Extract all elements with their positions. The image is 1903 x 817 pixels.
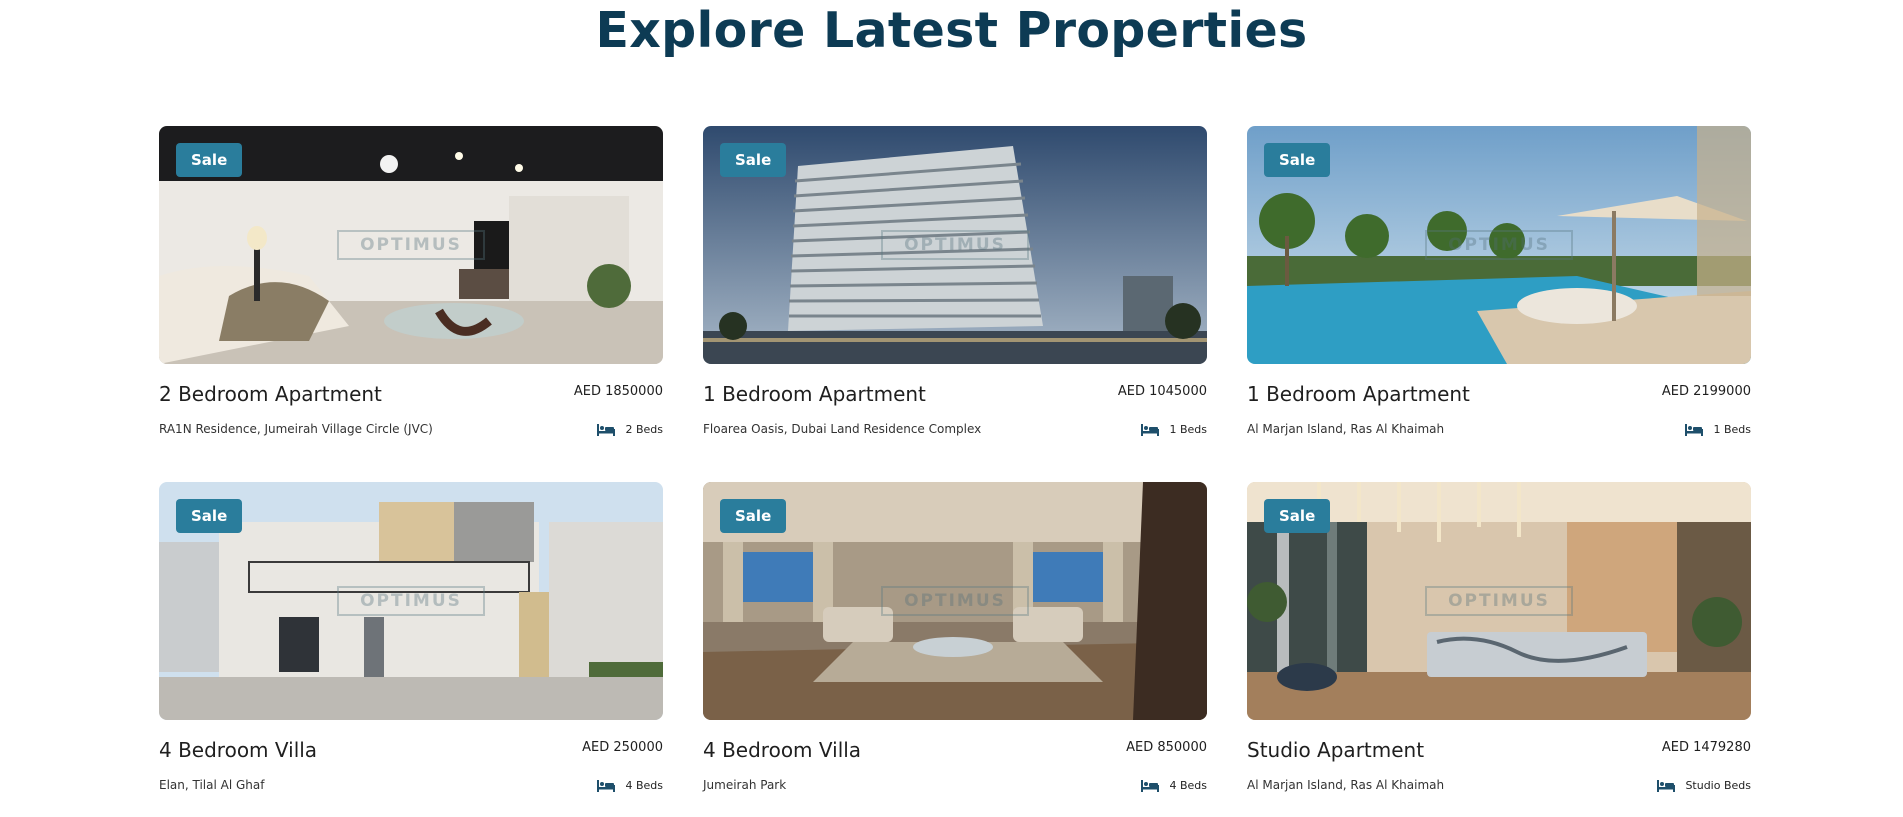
property-price: AED 850000 bbox=[1126, 740, 1207, 755]
section-title: Explore Latest Properties bbox=[595, 2, 1308, 59]
beds-label: 1 Beds bbox=[1713, 423, 1751, 436]
property-beds: 4 Beds bbox=[1141, 778, 1207, 794]
bed-icon bbox=[1141, 780, 1160, 792]
beds-label: 2 Beds bbox=[625, 423, 663, 436]
property-title[interactable]: 1 Bedroom Apartment bbox=[1247, 381, 1470, 407]
sale-badge: Sale bbox=[176, 143, 243, 177]
property-price: AED 1045000 bbox=[1117, 384, 1207, 399]
property-title[interactable]: Studio Apartment bbox=[1247, 737, 1424, 763]
property-card[interactable]: Sale OPTIMUS Studio Apartment AED 147928… bbox=[1247, 482, 1751, 795]
property-grid: Sale OPTIMUS 2 Bedroom Apartment AED 185… bbox=[159, 126, 1751, 795]
property-title[interactable]: 1 Bedroom Apartment bbox=[703, 381, 926, 407]
bed-icon bbox=[597, 424, 616, 436]
beds-label: Studio Beds bbox=[1685, 779, 1751, 792]
property-info: 1 Bedroom Apartment AED 1045000 Floarea … bbox=[703, 364, 1207, 439]
property-image[interactable]: Sale OPTIMUS bbox=[159, 482, 663, 720]
property-card[interactable]: Sale OPTIMUS 1 Bedroom Apartment AED 104… bbox=[703, 126, 1207, 439]
properties-page: Explore Latest Properties Sale OPTIMUS 2… bbox=[0, 0, 1903, 817]
property-price: AED 1479280 bbox=[1661, 740, 1751, 755]
sale-badge: Sale bbox=[720, 143, 787, 177]
property-location: RA1N Residence, Jumeirah Village Circle … bbox=[159, 422, 433, 436]
property-location: Jumeirah Park bbox=[703, 778, 787, 792]
property-info: 1 Bedroom Apartment AED 2199000 Al Marja… bbox=[1247, 364, 1751, 439]
property-price: AED 2199000 bbox=[1661, 384, 1751, 399]
property-card[interactable]: Sale OPTIMUS 2 Bedroom Apartment AED 185… bbox=[159, 126, 663, 439]
property-card[interactable]: Sale OPTIMUS 4 Bedroom Villa AED 850000 … bbox=[703, 482, 1207, 795]
sale-badge: Sale bbox=[1264, 499, 1331, 533]
bed-icon bbox=[1685, 424, 1704, 436]
property-beds: 1 Beds bbox=[1141, 422, 1207, 438]
bed-icon bbox=[1141, 424, 1160, 436]
sale-badge: Sale bbox=[720, 499, 787, 533]
bed-icon bbox=[597, 780, 616, 792]
property-location: Al Marjan Island, Ras Al Khaimah bbox=[1247, 422, 1445, 436]
property-title[interactable]: 4 Bedroom Villa bbox=[703, 737, 861, 763]
property-card[interactable]: Sale OPTIMUS 1 Bedroom Apartment AED 219… bbox=[1247, 126, 1751, 439]
property-beds: Studio Beds bbox=[1657, 778, 1751, 794]
sale-badge: Sale bbox=[176, 499, 243, 533]
property-image[interactable]: Sale OPTIMUS bbox=[1247, 482, 1751, 720]
property-info: 4 Bedroom Villa AED 250000 Elan, Tilal A… bbox=[159, 720, 663, 795]
property-image[interactable]: Sale OPTIMUS bbox=[703, 126, 1207, 364]
property-title[interactable]: 2 Bedroom Apartment bbox=[159, 381, 382, 407]
property-info: 2 Bedroom Apartment AED 1850000 RA1N Res… bbox=[159, 364, 663, 439]
beds-label: 4 Beds bbox=[625, 779, 663, 792]
property-location: Elan, Tilal Al Ghaf bbox=[159, 778, 265, 792]
property-info: Studio Apartment AED 1479280 Al Marjan I… bbox=[1247, 720, 1751, 795]
property-info: 4 Bedroom Villa AED 850000 Jumeirah Park… bbox=[703, 720, 1207, 795]
property-location: Al Marjan Island, Ras Al Khaimah bbox=[1247, 778, 1445, 792]
property-beds: 2 Beds bbox=[597, 422, 663, 438]
property-image[interactable]: Sale OPTIMUS bbox=[1247, 126, 1751, 364]
beds-label: 4 Beds bbox=[1169, 779, 1207, 792]
property-image[interactable]: Sale OPTIMUS bbox=[703, 482, 1207, 720]
property-beds: 1 Beds bbox=[1685, 422, 1751, 438]
property-image[interactable]: Sale OPTIMUS bbox=[159, 126, 663, 364]
property-location: Floarea Oasis, Dubai Land Residence Comp… bbox=[703, 422, 982, 436]
property-title[interactable]: 4 Bedroom Villa bbox=[159, 737, 317, 763]
property-price: AED 250000 bbox=[582, 740, 663, 755]
property-card[interactable]: Sale OPTIMUS 4 Bedroom Villa AED 250000 … bbox=[159, 482, 663, 795]
sale-badge: Sale bbox=[1264, 143, 1331, 177]
property-price: AED 1850000 bbox=[573, 384, 663, 399]
beds-label: 1 Beds bbox=[1169, 423, 1207, 436]
property-beds: 4 Beds bbox=[597, 778, 663, 794]
bed-icon bbox=[1657, 780, 1676, 792]
